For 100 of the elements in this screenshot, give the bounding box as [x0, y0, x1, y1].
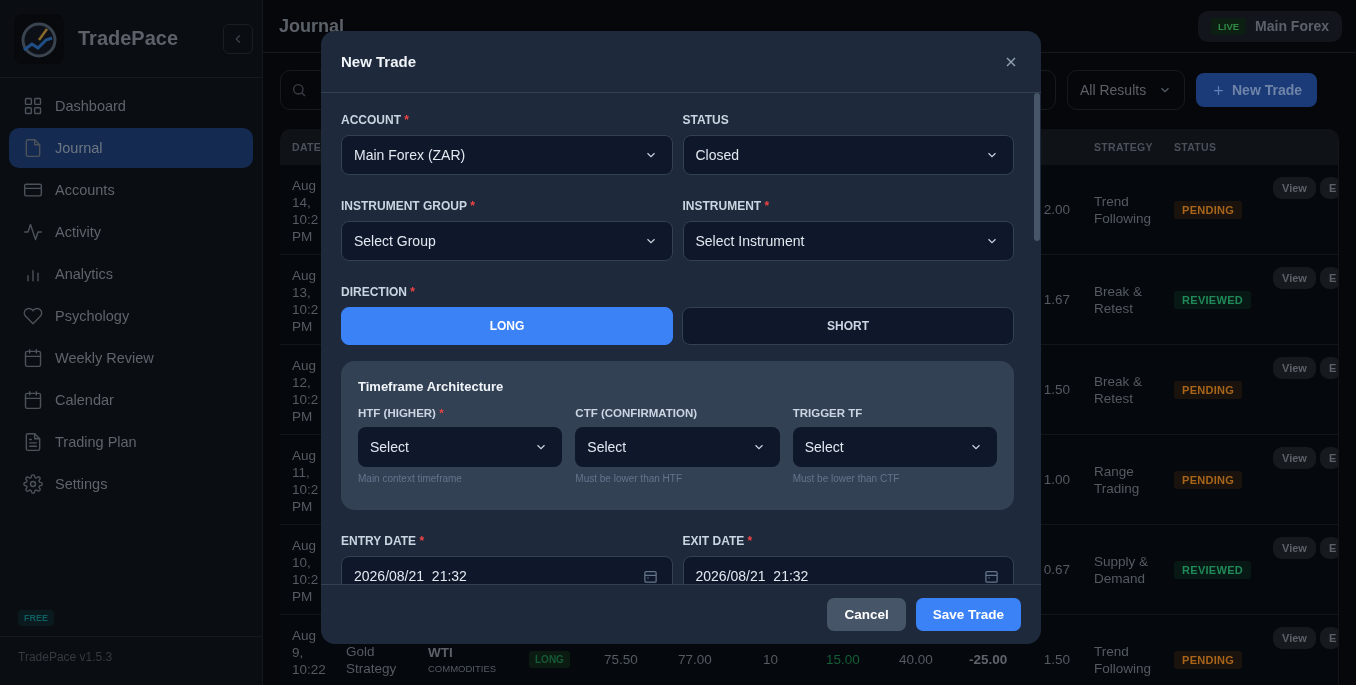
brand-name: TradePace	[78, 27, 180, 50]
field-label: TRIGGER TF	[792, 407, 864, 419]
row-action-button[interactable]: View	[1273, 267, 1316, 289]
page-title: Journal	[279, 15, 344, 37]
select-field[interactable]: Main Forex (ZAR)	[341, 135, 673, 175]
column-header: DATE	[291, 141, 322, 153]
heart-icon	[23, 306, 43, 326]
collapse-button[interactable]	[223, 23, 253, 54]
date-cell-text: Aug 12, 10:2 PM	[292, 357, 320, 425]
nav-item[interactable]: Settings	[9, 464, 253, 504]
table-cell-text: Range Trading	[1094, 462, 1141, 497]
date-cell-text: Aug 10, 10:2 PM	[292, 537, 320, 605]
column-header: STATUS	[1173, 141, 1218, 153]
status-badge: PENDING	[1174, 470, 1243, 489]
table-cell-text: Supply & Demand	[1094, 552, 1150, 587]
table-cell: 0.67	[1043, 561, 1070, 578]
nav-item[interactable]: Analytics	[9, 254, 253, 294]
card-icon	[23, 180, 43, 200]
live-badge: LIVE	[1210, 17, 1247, 35]
instrument-group: COMMODITIES	[428, 663, 497, 674]
table-cell: 40.00	[899, 651, 933, 668]
select-field[interactable]: Select	[575, 427, 780, 467]
table-cell: 75.50	[604, 651, 638, 668]
field-label: ACCOUNT *	[341, 113, 410, 127]
nav-item[interactable]: Accounts	[9, 170, 253, 210]
row-action-button[interactable]: E	[1319, 267, 1338, 289]
select-field[interactable]: Select Instrument	[682, 221, 1014, 261]
row-action-button[interactable]: View	[1273, 177, 1316, 199]
nav-item[interactable]: Dashboard	[9, 86, 253, 126]
select-field[interactable]: Select Group	[341, 221, 673, 261]
panel-title: Timeframe Architecture	[358, 379, 505, 394]
field-label: CTF (CONFIRMATION)	[575, 407, 699, 419]
document-icon	[23, 138, 43, 158]
nav-item[interactable]: Psychology	[9, 296, 253, 336]
column-header: STRATEGY	[1093, 141, 1154, 153]
status-badge: REVIEWED	[1174, 290, 1252, 309]
pnl-cell: 15.00	[826, 651, 860, 668]
field-label: STATUS	[682, 113, 730, 127]
date-cell-text: Aug 13, 10:2 PM	[292, 267, 320, 335]
status-badge: PENDING	[1174, 380, 1243, 399]
account-switcher[interactable]: LIVE Main Forex	[1197, 10, 1342, 42]
nav-item[interactable]: Calendar	[9, 380, 253, 420]
strategy-name-cell-text: Gold Strategy	[346, 642, 398, 677]
row-action-button[interactable]: View	[1273, 357, 1316, 379]
table-cell: 1.00	[1043, 471, 1070, 488]
date-time-field[interactable]: 2026/08/21 21:32	[682, 556, 1014, 584]
date-cell-text: Aug 14, 10:2 PM	[292, 177, 320, 245]
direction-badge: LONG	[529, 651, 570, 668]
table-cell-text: Break & Retest	[1094, 372, 1144, 407]
calendar-icon	[23, 390, 43, 410]
select-field[interactable]: Select	[358, 427, 563, 467]
nav-item[interactable]: Trading Plan	[9, 422, 253, 462]
calendar-icon	[984, 568, 999, 584]
field-label: DIRECTION *	[341, 285, 416, 299]
scrollbar-thumb[interactable]	[1034, 93, 1040, 241]
row-action-button[interactable]: E	[1319, 357, 1338, 379]
table-cell-text: Trend Following	[1094, 642, 1153, 677]
row-action-button[interactable]: E	[1319, 537, 1338, 559]
status-badge: REVIEWED	[1174, 560, 1252, 579]
table-cell: 10	[763, 651, 779, 668]
logo-icon	[14, 13, 64, 64]
row-action-button[interactable]: E	[1319, 177, 1338, 199]
select-field[interactable]: Closed	[682, 135, 1014, 175]
table-cell: 1.50	[1043, 651, 1070, 668]
nav-item[interactable]: Activity	[9, 212, 253, 252]
dialog-title: New Trade	[341, 53, 417, 70]
status-badge: PENDING	[1174, 200, 1243, 219]
grid-icon	[23, 96, 43, 116]
row-action-button[interactable]: View	[1273, 447, 1316, 469]
field-label: INSTRUMENT GROUP *	[341, 199, 476, 213]
calendar-icon	[642, 568, 658, 584]
results-filter[interactable]: All Results	[1067, 70, 1185, 110]
date-time-field[interactable]: 2026/08/21 21:32	[341, 556, 673, 584]
new-trade-button[interactable]: New Trade	[1196, 73, 1317, 107]
row-action-button[interactable]: E	[1319, 447, 1338, 469]
direction-toggle[interactable]: LONG	[341, 307, 673, 345]
field-label: ENTRY DATE *	[341, 534, 426, 548]
net-cell: -25.00	[969, 651, 1008, 668]
cancel-button[interactable]: Cancel	[827, 598, 906, 631]
table-cell: 1.50	[1043, 381, 1070, 398]
select-field[interactable]: Select	[792, 427, 997, 467]
calendar-icon	[23, 348, 43, 368]
table-cell: 2.00	[1043, 201, 1070, 218]
settings-icon	[23, 474, 43, 494]
pulse-icon	[23, 222, 43, 242]
date-cell-text: Aug 11, 10:2 PM	[292, 447, 320, 515]
save-button[interactable]: Save Trade	[915, 598, 1021, 631]
row-action-button[interactable]: E	[1319, 627, 1338, 649]
field-label: EXIT DATE *	[682, 534, 754, 548]
search-icon	[291, 82, 307, 98]
row-action-button[interactable]: View	[1273, 627, 1316, 649]
nav-item[interactable]: Journal	[9, 128, 253, 168]
nav-item[interactable]: Weekly Review	[9, 338, 253, 378]
status-badge: PENDING	[1174, 650, 1243, 669]
row-action-button[interactable]: View	[1273, 537, 1316, 559]
direction-toggle[interactable]: SHORT	[682, 307, 1014, 345]
plan-badge: FREE	[18, 610, 54, 626]
table-cell-text: Break & Retest	[1094, 282, 1144, 317]
account-name: Main Forex	[1255, 18, 1329, 34]
table-cell: 1.67	[1043, 291, 1070, 308]
